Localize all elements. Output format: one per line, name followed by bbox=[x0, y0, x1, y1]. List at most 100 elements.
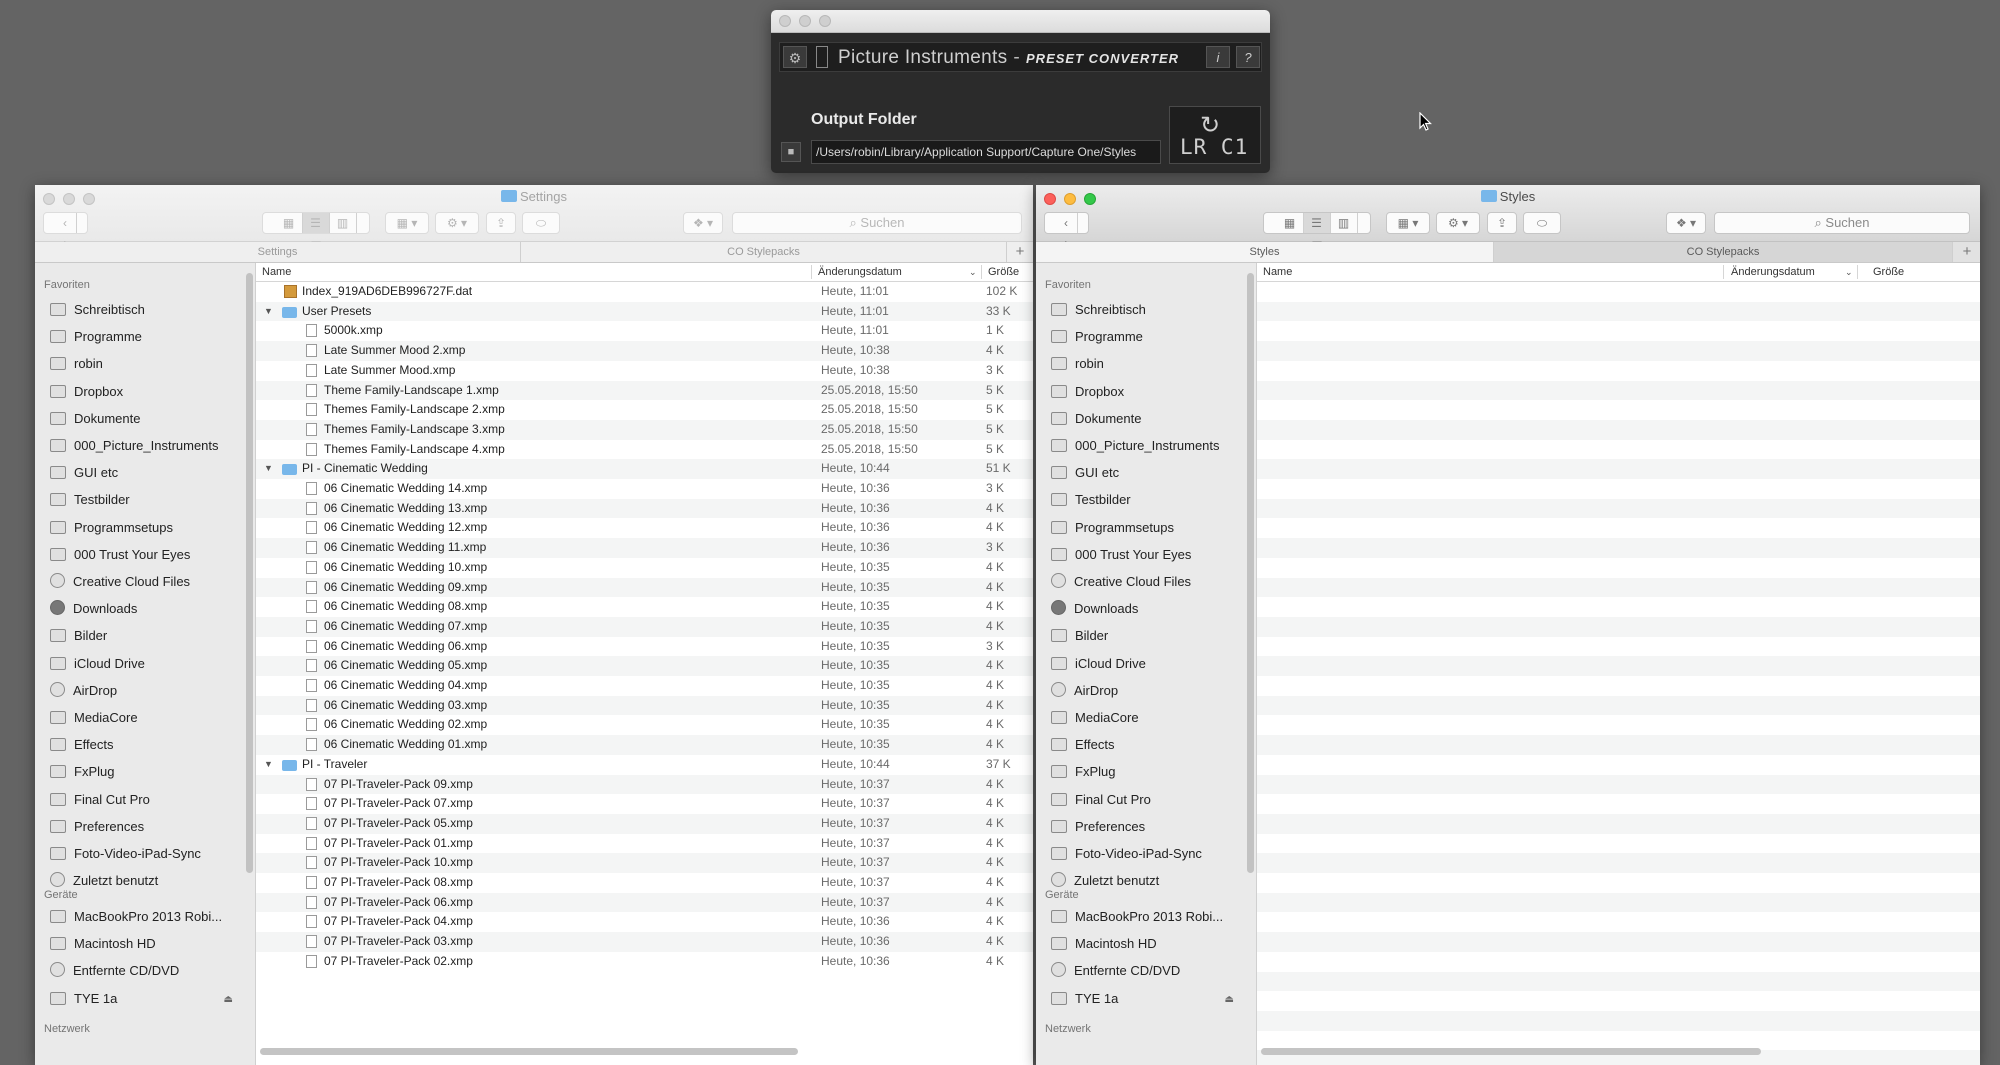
sidebar-item[interactable]: TYE 1a bbox=[50, 989, 117, 1009]
sidebar-item[interactable]: Effects bbox=[50, 735, 114, 755]
sidebar-item[interactable]: GUI etc bbox=[50, 463, 118, 483]
back-icon[interactable]: ‹ bbox=[1055, 213, 1078, 233]
sidebar-item[interactable]: Dokumente bbox=[50, 409, 140, 429]
sidebar-item[interactable]: Bilder bbox=[50, 626, 107, 646]
sidebar-item[interactable]: Final Cut Pro bbox=[50, 790, 150, 810]
sidebar-item[interactable]: robin bbox=[50, 354, 103, 374]
sidebar-item[interactable]: Schreibtisch bbox=[50, 300, 145, 320]
sidebar-item[interactable]: Entfernte CD/DVD bbox=[50, 961, 179, 981]
disclosure-triangle-icon[interactable]: ▼ bbox=[264, 755, 273, 775]
dropbox-button[interactable]: ❖ ▾ bbox=[1666, 212, 1706, 234]
table-row[interactable]: 06 Cinematic Wedding 09.xmp Heute, 10:35 4… bbox=[256, 577, 1033, 598]
search-input[interactable]: ⌕ Suchen bbox=[1714, 212, 1970, 234]
tags-button[interactable]: ⬭ bbox=[1523, 212, 1561, 234]
share-button[interactable]: ⇪ bbox=[486, 212, 516, 234]
minimize-window-button[interactable] bbox=[799, 15, 811, 27]
sidebar-item[interactable]: Creative Cloud Files bbox=[1051, 572, 1191, 592]
sidebar-item[interactable]: Foto-Video-iPad-Sync bbox=[1051, 844, 1202, 864]
sidebar-item[interactable]: Downloads bbox=[1051, 599, 1138, 619]
action-button[interactable]: ⚙ ▾ bbox=[1436, 212, 1480, 234]
table-row[interactable]: 06 Cinematic Wedding 11.xmp Heute, 10:36 3… bbox=[256, 538, 1033, 558]
sidebar-item[interactable]: Downloads bbox=[50, 599, 137, 619]
zoom-window-button[interactable] bbox=[819, 15, 831, 27]
table-row[interactable]: ▼ PI - Cinematic Wedding Heute, 10:44 51 K bbox=[256, 459, 1033, 479]
sidebar-item[interactable]: iCloud Drive bbox=[50, 654, 145, 674]
sidebar-item[interactable]: AirDrop bbox=[50, 681, 117, 701]
column-size[interactable]: Größe bbox=[988, 263, 1019, 281]
choose-folder-icon[interactable]: ■ bbox=[781, 142, 801, 162]
table-row[interactable]: Themes Family-Landscape 2.xmp 25.05.2018,… bbox=[256, 400, 1033, 420]
sidebar-item[interactable]: MacBookPro 2013 Robi... bbox=[50, 907, 222, 927]
sidebar-item[interactable]: Effects bbox=[1051, 735, 1115, 755]
sidebar-item[interactable]: Testbilder bbox=[1051, 490, 1131, 510]
icon-view-icon[interactable]: ▦ bbox=[1277, 213, 1304, 233]
column-view-icon[interactable]: ▥ bbox=[1331, 213, 1358, 233]
help-button[interactable]: ? bbox=[1236, 46, 1260, 68]
table-row[interactable]: 07 PI-Traveler-Pack 03.xmp Heute, 10:36 4 … bbox=[256, 932, 1033, 952]
table-row[interactable]: 07 PI-Traveler-Pack 09.xmp Heute, 10:37 4 … bbox=[256, 774, 1033, 795]
list-view-icon[interactable]: ☰ bbox=[1303, 213, 1331, 233]
output-folder-path[interactable]: /Users/robin/Library/Application Support… bbox=[811, 140, 1161, 164]
sidebar-item[interactable]: FxPlug bbox=[50, 762, 114, 782]
arrange-button[interactable]: ▦ ▾ bbox=[385, 212, 429, 234]
table-row[interactable]: 07 PI-Traveler-Pack 01.xmp Heute, 10:37 4 … bbox=[256, 834, 1033, 854]
table-row[interactable]: 07 PI-Traveler-Pack 04.xmp Heute, 10:36 4 … bbox=[256, 912, 1033, 932]
table-row[interactable]: 06 Cinematic Wedding 02.xmp Heute, 10:35 4… bbox=[256, 715, 1033, 735]
sidebar-item[interactable]: Testbilder bbox=[50, 490, 130, 510]
column-name[interactable]: Name bbox=[262, 263, 291, 281]
sidebar-item[interactable]: Final Cut Pro bbox=[1051, 790, 1151, 810]
table-row[interactable]: Themes Family-Landscape 3.xmp 25.05.2018,… bbox=[256, 419, 1033, 440]
sidebar-item[interactable]: Programmsetups bbox=[50, 518, 173, 538]
convert-button[interactable]: ↻ LR C1 bbox=[1169, 106, 1261, 164]
sidebar-item[interactable]: Creative Cloud Files bbox=[50, 572, 190, 592]
sidebar-item[interactable]: GUI etc bbox=[1051, 463, 1119, 483]
table-row[interactable]: 06 Cinematic Wedding 08.xmp Heute, 10:35 4… bbox=[256, 597, 1033, 617]
tab-styles[interactable]: Styles bbox=[1036, 242, 1494, 262]
table-row[interactable]: 07 PI-Traveler-Pack 06.xmp Heute, 10:37 4 … bbox=[256, 892, 1033, 913]
eject-icon[interactable]: ⏏ bbox=[1225, 994, 1234, 1005]
table-row[interactable]: 06 Cinematic Wedding 12.xmp Heute, 10:36 4… bbox=[256, 518, 1033, 538]
sidebar-item[interactable]: Programme bbox=[50, 327, 142, 347]
tab-settings[interactable]: Settings bbox=[35, 242, 521, 262]
sidebar-item[interactable]: Macintosh HD bbox=[50, 934, 156, 954]
sidebar-item[interactable]: Zuletzt benutzt bbox=[50, 871, 158, 891]
table-row[interactable]: Late Summer Mood 2.xmp Heute, 10:38 4 K bbox=[256, 341, 1033, 361]
table-row[interactable]: 07 PI-Traveler-Pack 08.xmp Heute, 10:37 4 … bbox=[256, 873, 1033, 893]
sidebar-item[interactable]: Programmsetups bbox=[1051, 518, 1174, 538]
sidebar-item[interactable]: 000_Picture_Instruments bbox=[50, 436, 219, 456]
sidebar-item[interactable]: MacBookPro 2013 Robi... bbox=[1051, 907, 1223, 927]
table-row[interactable]: 06 Cinematic Wedding 13.xmp Heute, 10:36 4… bbox=[256, 498, 1033, 519]
close-window-button[interactable] bbox=[779, 15, 791, 27]
sidebar-item[interactable]: Dokumente bbox=[1051, 409, 1141, 429]
sidebar-item[interactable]: Dropbox bbox=[50, 382, 123, 402]
table-row[interactable]: 06 Cinematic Wedding 14.xmp Heute, 10:36 3… bbox=[256, 479, 1033, 499]
sidebar-item[interactable]: 000 Trust Your Eyes bbox=[50, 545, 190, 565]
column-date[interactable]: Änderungsdatum bbox=[1731, 263, 1815, 281]
table-row[interactable]: Index_919AD6DEB996727F.dat Heute, 11:01 10… bbox=[256, 282, 1033, 302]
sidebar-scrollbar[interactable] bbox=[246, 273, 253, 873]
sidebar-item[interactable]: AirDrop bbox=[1051, 681, 1118, 701]
settings-gear-icon[interactable]: ⚙ bbox=[783, 46, 807, 68]
column-size[interactable]: Größe bbox=[1873, 263, 1904, 281]
sidebar-item[interactable]: 000 Trust Your Eyes bbox=[1051, 545, 1191, 565]
table-row[interactable]: ▼ User Presets Heute, 11:01 33 K bbox=[256, 301, 1033, 322]
sidebar-item[interactable]: TYE 1a bbox=[1051, 989, 1118, 1009]
icon-view-icon[interactable]: ▦ bbox=[276, 213, 303, 233]
sidebar-item[interactable]: Foto-Video-iPad-Sync bbox=[50, 844, 201, 864]
table-row[interactable]: 07 PI-Traveler-Pack 02.xmp Heute, 10:36 4 … bbox=[256, 952, 1033, 972]
table-row[interactable]: 5000k.xmp Heute, 11:01 1 K bbox=[256, 321, 1033, 341]
eject-icon[interactable]: ⏏ bbox=[224, 994, 233, 1005]
new-tab-icon[interactable]: + bbox=[1007, 242, 1033, 262]
sidebar-item[interactable]: 000_Picture_Instruments bbox=[1051, 436, 1220, 456]
table-row[interactable]: 06 Cinematic Wedding 03.xmp Heute, 10:35 4… bbox=[256, 695, 1033, 716]
horizontal-scrollbar[interactable] bbox=[1261, 1048, 1761, 1055]
info-button[interactable]: i bbox=[1206, 46, 1230, 68]
sidebar-item[interactable]: robin bbox=[1051, 354, 1104, 374]
sidebar-item[interactable]: MediaCore bbox=[50, 708, 138, 728]
tab-co-stylepacks[interactable]: CO Stylepacks bbox=[521, 242, 1007, 262]
table-row[interactable]: 06 Cinematic Wedding 04.xmp Heute, 10:35 4… bbox=[256, 676, 1033, 696]
table-row[interactable]: 06 Cinematic Wedding 05.xmp Heute, 10:35 4… bbox=[256, 656, 1033, 676]
action-button[interactable]: ⚙ ▾ bbox=[435, 212, 479, 234]
search-input[interactable]: ⌕ Suchen bbox=[732, 212, 1022, 234]
sidebar-item[interactable]: Preferences bbox=[50, 817, 144, 837]
